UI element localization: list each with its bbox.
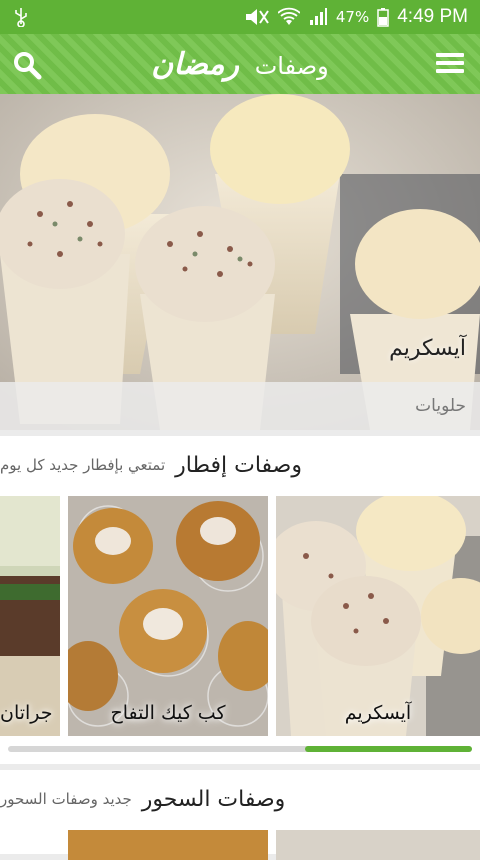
usb-icon <box>15 8 27 27</box>
recipe-card[interactable]: جراتان <box>0 496 60 736</box>
search-icon <box>14 52 42 80</box>
battery-icon <box>377 8 389 27</box>
featured-recipe-category[interactable]: حلويات <box>415 396 466 416</box>
battery-percent: 47% <box>335 8 370 26</box>
recipe-card[interactable]: آيسكريم <box>276 496 480 736</box>
recipe-card-title: جراتان <box>0 702 53 724</box>
recipe-card-title: آيسكريم <box>344 702 412 724</box>
recipe-thumbnail <box>68 496 268 736</box>
menu-button[interactable] <box>436 50 464 76</box>
section-subtitle: جديد وصفات السحور <box>0 790 132 808</box>
section-header: وصفات إفطار تمتعي بإفطار جديد كل يوم <box>0 436 480 494</box>
section-title[interactable]: وصفات إفطار <box>175 453 302 478</box>
recipe-carousel[interactable]: آيسكريم كب كيك التفاح جراتان <box>0 496 480 736</box>
app-title: وصفات رمضان <box>151 47 328 82</box>
section-title[interactable]: وصفات السحور <box>142 787 285 812</box>
carousel-scroll-thumb <box>304 746 472 752</box>
app-bar: وصفات رمضان <box>0 34 480 94</box>
recipe-card[interactable] <box>276 830 480 860</box>
recipe-card[interactable]: كب كيك التفاح <box>68 496 268 736</box>
recipe-card[interactable] <box>68 830 268 860</box>
mute-icon <box>245 9 269 25</box>
section-iftar: وصفات إفطار تمتعي بإفطار جديد كل يوم آيس… <box>0 436 480 764</box>
search-button[interactable] <box>12 50 42 80</box>
carousel-scrollbar <box>8 746 472 752</box>
ice-cream-photo <box>0 94 480 430</box>
featured-recipe-title: آيسكريم <box>389 336 466 361</box>
recipe-carousel[interactable] <box>0 830 480 860</box>
app-title-prefix: وصفات <box>254 51 329 80</box>
section-header: وصفات السحور جديد وصفات السحور <box>0 770 480 828</box>
recipe-thumbnail <box>0 496 60 736</box>
clock: 4:49 PM <box>397 6 468 27</box>
section-subtitle: تمتعي بإفطار جديد كل يوم <box>0 456 166 474</box>
section-suhoor: وصفات السحور جديد وصفات السحور <box>0 770 480 860</box>
signal-icon <box>309 8 327 25</box>
menu-icon <box>436 53 464 57</box>
status-bar: 47% 4:49 PM <box>0 0 480 34</box>
recipe-thumbnail <box>276 496 480 736</box>
app-title-brand: رمضان <box>151 46 240 82</box>
featured-recipe[interactable]: آيسكريم حلويات <box>0 94 480 430</box>
recipe-card-title: كب كيك التفاح <box>110 702 226 724</box>
wifi-icon <box>277 7 300 25</box>
featured-recipe-footer: حلويات <box>0 382 480 430</box>
